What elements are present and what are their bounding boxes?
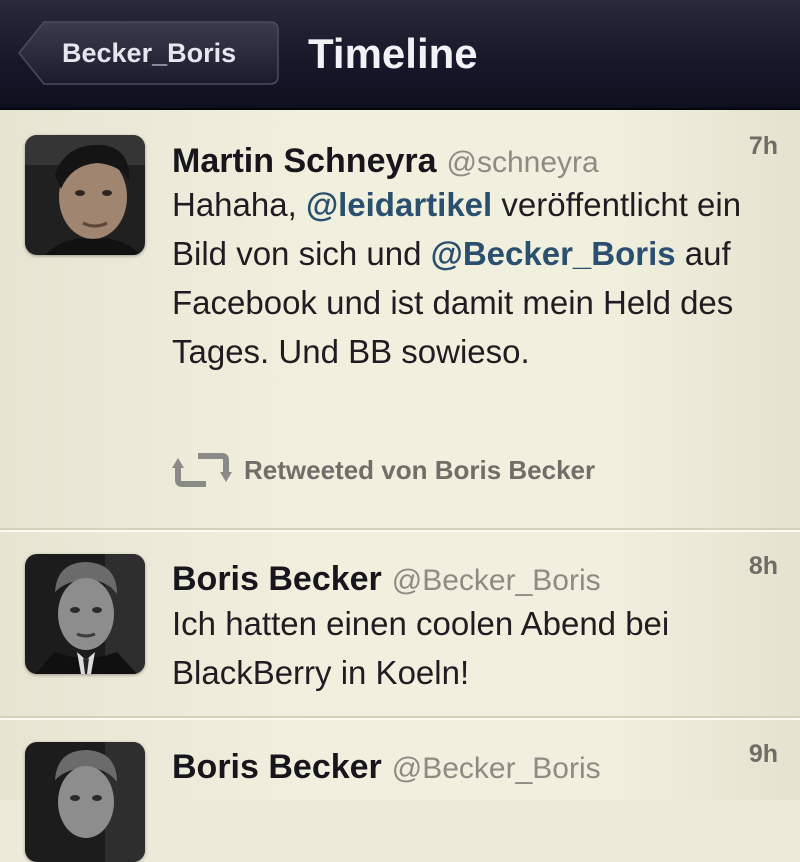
- tweet-header: Martin Schneyra @schneyra: [172, 142, 599, 181]
- avatar[interactable]: [25, 135, 145, 255]
- retweet-label: Retweeted von Boris Becker: [244, 455, 596, 485]
- avatar-image: [25, 742, 145, 862]
- tweet-time: 9h: [748, 740, 778, 768]
- tweet-item[interactable]: Boris Becker @Becker_Boris 9h: [0, 718, 800, 862]
- tweet-handle: @Becker_Boris: [391, 752, 601, 785]
- tweet-handle: @Becker_Boris: [391, 564, 601, 597]
- tweet-text-segment: Ich hatten einen coolen Abend bei BlackB…: [172, 605, 670, 691]
- retweet-indicator: Retweeted von Boris Becker: [172, 450, 672, 490]
- avatar-image: [25, 554, 145, 674]
- tweet-author[interactable]: Boris Becker: [172, 748, 382, 786]
- tweet-time: 7h: [748, 132, 778, 160]
- back-button-label: Becker_Boris: [62, 38, 237, 68]
- tweet-item[interactable]: Boris Becker @Becker_Boris 8h Ich hatten …: [0, 530, 800, 718]
- retweet-icon: [172, 453, 232, 487]
- mention-link[interactable]: @Becker_Boris: [431, 235, 676, 272]
- avatar[interactable]: [25, 554, 145, 674]
- tweet-text-segment: Hahaha,: [172, 186, 306, 223]
- timeline-list: Martin Schneyra @schneyra 7h Hahaha, @lei…: [0, 110, 800, 862]
- tweet-text: Ich hatten einen coolen Abend bei BlackB…: [172, 599, 784, 697]
- tweet-text: Hahaha, @leidartikel veröffentlicht ein …: [172, 180, 784, 376]
- tweet-item[interactable]: Martin Schneyra @schneyra 7h Hahaha, @lei…: [0, 110, 800, 530]
- navigation-bar: Becker_Boris Timeline: [0, 0, 800, 110]
- tweet-author[interactable]: Martin Schneyra: [172, 142, 437, 180]
- tweet-handle: @schneyra: [446, 146, 599, 179]
- mention-link[interactable]: @leidartikel: [306, 186, 492, 223]
- tweet-time: 8h: [748, 552, 778, 580]
- back-button[interactable]: Becker_Boris: [18, 20, 280, 86]
- tweet-header: Boris Becker @Becker_Boris: [172, 560, 601, 599]
- tweet-header: Boris Becker @Becker_Boris: [172, 748, 601, 787]
- page-title: Timeline: [308, 30, 478, 77]
- tweet-author[interactable]: Boris Becker: [172, 560, 382, 598]
- avatar-image: [25, 135, 145, 255]
- avatar[interactable]: [25, 742, 145, 862]
